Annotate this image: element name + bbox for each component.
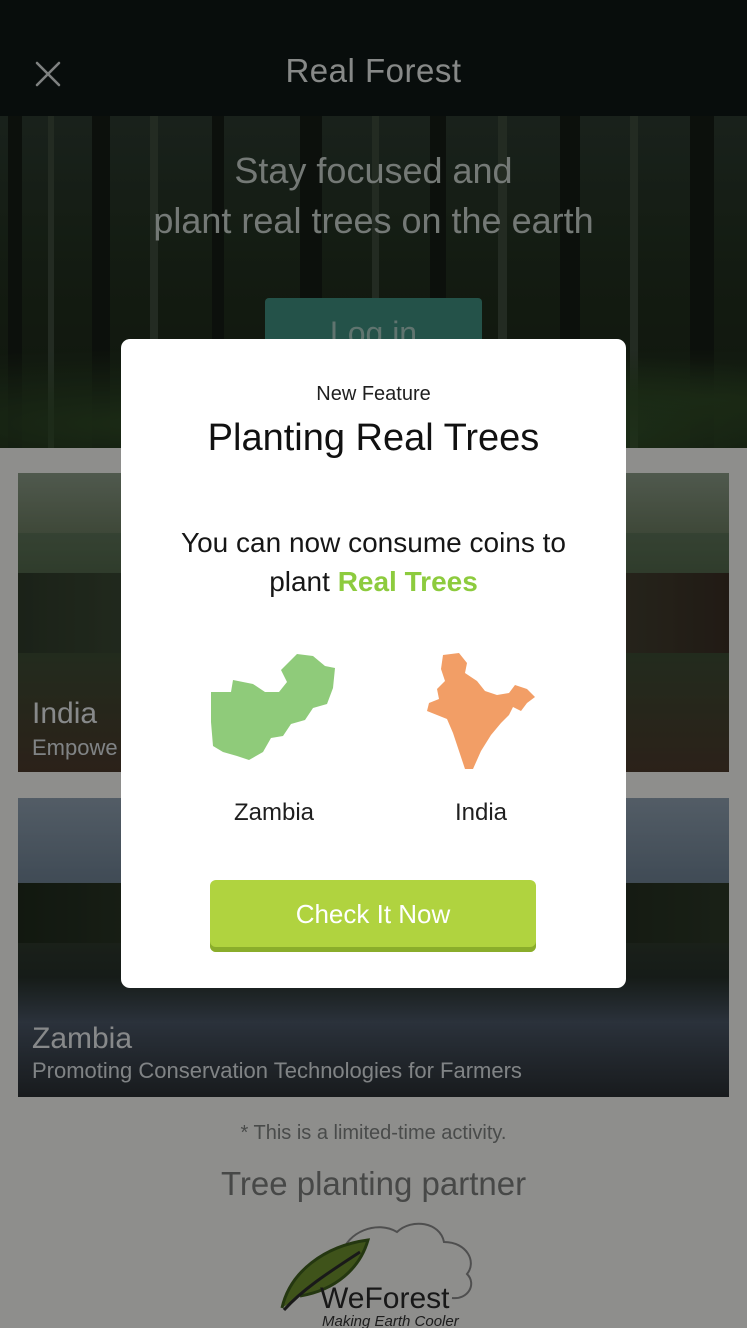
- new-feature-dialog: New Feature Planting Real Trees You can …: [121, 339, 626, 988]
- zambia-map-icon: [211, 654, 335, 760]
- dialog-title: Planting Real Trees: [207, 417, 540, 459]
- country-label-zambia: Zambia: [233, 799, 315, 826]
- real-trees-highlight: Real Trees: [337, 566, 478, 597]
- dialog-body-line1: You can now consume coins to: [181, 527, 566, 558]
- country-label-india: India: [454, 799, 508, 826]
- dialog-eyebrow: New Feature: [316, 383, 431, 405]
- dialog-body-prefix: plant: [269, 566, 338, 597]
- dialog-body-line2: plant Real Trees: [121, 562, 626, 601]
- india-map-icon: [427, 653, 535, 769]
- dialog-body: You can now consume coins to plant Real …: [121, 523, 626, 601]
- check-it-now-button[interactable]: Check It Now: [210, 880, 536, 952]
